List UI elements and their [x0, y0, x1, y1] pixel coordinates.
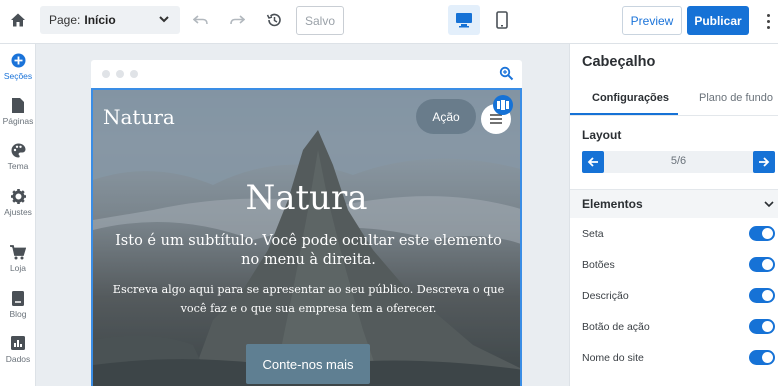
saved-button[interactable]: Salvo — [296, 6, 344, 35]
section-edit-badge[interactable] — [493, 95, 513, 115]
rail-item-label: Ajustes — [4, 207, 32, 217]
window-dot — [130, 70, 138, 78]
mobile-view-button[interactable] — [490, 5, 514, 35]
page-selector-label: Page: — [49, 13, 81, 27]
layout-prev-button[interactable] — [582, 151, 604, 173]
window-dot — [102, 70, 110, 78]
elements-label: Elementos — [582, 197, 643, 211]
mobile-icon — [496, 11, 508, 29]
tab-configuracoes[interactable]: Configurações — [592, 92, 669, 104]
desktop-view-button[interactable] — [448, 5, 480, 35]
element-toggle-row: Botão de ação — [582, 317, 778, 337]
chevron-down-icon — [764, 201, 774, 208]
browser-bar — [91, 60, 522, 88]
element-toggle[interactable] — [749, 288, 775, 303]
rail-item-loja[interactable]: Loja — [0, 243, 36, 273]
rail-item-label: Tema — [7, 161, 29, 171]
element-label: Seta — [582, 228, 604, 240]
layers-icon — [497, 100, 509, 110]
undo-icon[interactable] — [190, 9, 212, 31]
action-button[interactable]: Ação — [416, 99, 476, 134]
arrow-left-icon — [587, 157, 598, 167]
desktop-icon — [456, 13, 472, 28]
element-toggle[interactable] — [749, 257, 775, 272]
header-section[interactable]: Natura Ação Natura Isto é um subtítulo. … — [91, 88, 522, 386]
palette-icon — [0, 141, 36, 159]
rail-item-secoes[interactable]: Seções — [0, 51, 36, 81]
rail-item-blog[interactable]: Blog — [0, 289, 36, 319]
elements-section-header[interactable]: Elementos — [570, 190, 778, 218]
layout-stepper[interactable]: 5/6 — [582, 151, 775, 173]
chart-icon — [0, 334, 36, 352]
rail-item-label: Dados — [5, 354, 31, 364]
arrow-right-icon — [759, 157, 770, 167]
rail-item-dados[interactable]: Dados — [0, 334, 36, 364]
element-label: Botões — [582, 259, 615, 271]
panel-title: Cabeçalho — [582, 54, 656, 70]
tab-divider — [570, 115, 778, 116]
element-label: Nome do site — [582, 352, 644, 364]
element-toggle[interactable] — [749, 350, 775, 365]
hero-title[interactable]: Natura — [93, 178, 520, 218]
element-toggle[interactable] — [749, 319, 775, 334]
cta-button[interactable]: Conte-nos mais — [246, 344, 370, 384]
gear-icon — [0, 187, 36, 205]
history-icon[interactable] — [263, 9, 285, 31]
hero-subtitle[interactable]: Isto é um subtítulo. Você pode ocultar e… — [107, 232, 510, 270]
tab-plano-de-fundo[interactable]: Plano de fundo — [699, 92, 773, 104]
rail-item-ajustes[interactable]: Ajustes — [0, 187, 36, 217]
site-name[interactable]: Natura — [103, 105, 175, 129]
bookmark-icon — [0, 289, 36, 307]
page-selector-value: Início — [84, 13, 116, 27]
rail-item-label: Páginas — [2, 116, 34, 126]
settings-panel: Cabeçalho Configurações Plano de fundo L… — [569, 44, 778, 386]
page-icon — [0, 96, 36, 114]
element-label: Descrição — [582, 290, 629, 302]
rail-item-tema[interactable]: Tema — [0, 141, 36, 171]
zoom-icon[interactable] — [499, 66, 514, 81]
element-toggle[interactable] — [749, 226, 775, 241]
preview-button[interactable]: Preview — [622, 6, 682, 35]
plus-circle-icon — [0, 51, 36, 69]
home-icon[interactable] — [6, 8, 30, 32]
rail-item-label: Blog — [9, 309, 27, 319]
window-dot — [116, 70, 124, 78]
element-toggle-row: Descrição — [582, 286, 778, 306]
rail-item-paginas[interactable]: Páginas — [0, 96, 36, 126]
rail-item-label: Loja — [9, 263, 27, 273]
element-toggle-row: Seta — [582, 224, 778, 244]
rail-item-label: Seções — [3, 71, 33, 81]
top-toolbar: Page: Início Salvo Preview Publicar — [0, 0, 778, 44]
site-preview-frame: Natura Ação Natura Isto é um subtítulo. … — [91, 60, 522, 386]
element-toggle-row: Nome do site — [582, 348, 778, 368]
more-options-icon[interactable] — [762, 10, 774, 32]
layout-next-button[interactable] — [753, 151, 775, 173]
layout-value: 5/6 — [670, 155, 687, 167]
left-navigation-rail: Seções Páginas Tema Ajustes Loja Blog Da… — [0, 44, 36, 386]
hero-description[interactable]: Escreva algo aqui para se apresentar ao … — [107, 280, 510, 318]
page-selector[interactable]: Page: Início — [40, 6, 180, 34]
element-toggle-row: Botões — [582, 255, 778, 275]
cart-icon — [0, 243, 36, 261]
layout-label: Layout — [582, 128, 622, 142]
chevron-down-icon — [159, 16, 169, 23]
element-label: Botão de ação — [582, 321, 650, 333]
redo-icon[interactable] — [226, 9, 248, 31]
publish-button[interactable]: Publicar — [687, 6, 749, 35]
